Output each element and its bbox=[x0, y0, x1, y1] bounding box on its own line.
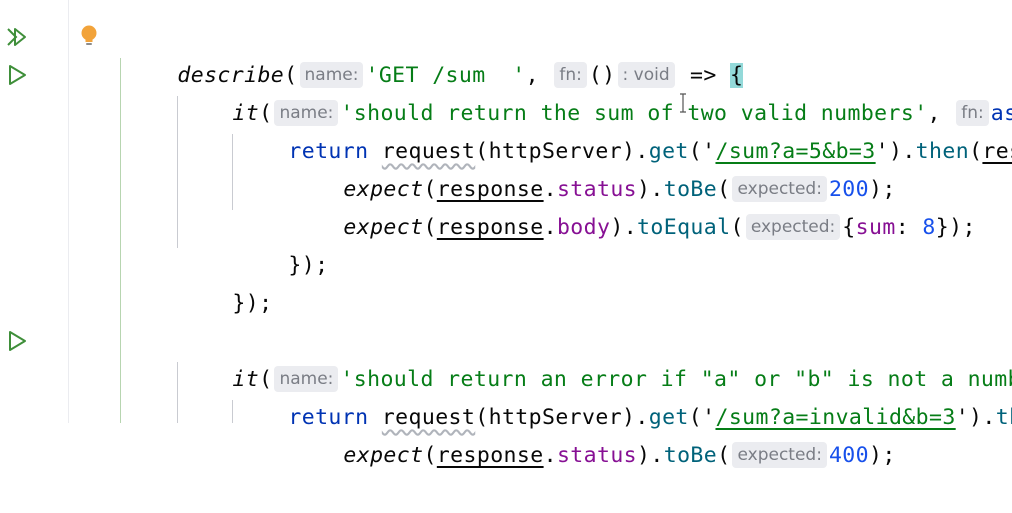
code-line: it(name:'should return the sum of two va… bbox=[179, 57, 1012, 126]
run-all-tests-icon[interactable] bbox=[5, 25, 29, 49]
code-token: . bbox=[543, 215, 557, 240]
indent-guide bbox=[177, 362, 178, 423]
code-line: expect(response.status).toBe(expected: 40… bbox=[290, 399, 896, 468]
code-token: ); bbox=[869, 443, 896, 468]
method-name: ther bbox=[995, 405, 1012, 430]
indent-guide bbox=[177, 96, 178, 248]
inlay-hint: expected: bbox=[732, 442, 827, 468]
code-token: }); bbox=[232, 291, 273, 316]
method-name: toEqual bbox=[637, 215, 731, 240]
code-line: }); bbox=[179, 247, 272, 316]
code-token: expect bbox=[343, 443, 424, 468]
run-test-icon[interactable] bbox=[5, 63, 29, 87]
editor-gutter bbox=[0, 0, 69, 423]
inlay-hint: expected: bbox=[745, 214, 841, 240]
method-name: then bbox=[915, 139, 970, 164]
code-token: ( bbox=[423, 215, 437, 240]
code-token: . bbox=[543, 443, 557, 468]
indent-guide bbox=[120, 58, 121, 423]
code-token: expect bbox=[343, 215, 424, 240]
indent-guide bbox=[232, 400, 233, 423]
code-line: expect(response.body).toEqual(expected:{… bbox=[290, 171, 976, 240]
code-token: }); bbox=[935, 215, 976, 240]
property-name: body bbox=[556, 215, 611, 240]
code-token: : bbox=[895, 215, 923, 240]
code-editor[interactable]: describe(name: 'GET /sum ', fn:(): void =… bbox=[68, 0, 1012, 468]
code-token: ( bbox=[730, 215, 744, 240]
code-token: ( bbox=[969, 139, 983, 164]
code-token: '). bbox=[955, 405, 996, 430]
number-literal: 400 bbox=[828, 443, 869, 468]
code-token: ). bbox=[610, 215, 638, 240]
code-token: response bbox=[436, 443, 544, 468]
code-token: ( bbox=[423, 443, 437, 468]
code-token: { bbox=[842, 215, 856, 240]
code-line: it(name:'should return an error if "a" o… bbox=[179, 323, 1012, 392]
method-name: toBe bbox=[663, 443, 718, 468]
code-token: ). bbox=[637, 443, 664, 468]
code-line: expect(response.status).toBe(expected: 20… bbox=[290, 133, 896, 202]
code-token: ( bbox=[717, 443, 731, 468]
code-line: return request(httpServer).get('/sum?a=5… bbox=[235, 95, 1012, 164]
run-test-icon[interactable] bbox=[5, 329, 29, 353]
code-token: respo bbox=[982, 139, 1012, 164]
code-line: return request(httpServer).get('/sum?a=i… bbox=[235, 361, 1012, 430]
code-line: }); bbox=[235, 209, 328, 278]
property-name: status bbox=[556, 443, 638, 468]
number-literal: 8 bbox=[922, 215, 936, 240]
code-line: describe(name: 'GET /sum ', fn:(): void =… bbox=[124, 19, 744, 88]
indent-guide bbox=[232, 134, 233, 210]
property-name: sum bbox=[855, 215, 896, 240]
code-token: response bbox=[436, 215, 544, 240]
text-cursor-icon bbox=[680, 93, 686, 113]
code-token: }); bbox=[288, 253, 329, 278]
